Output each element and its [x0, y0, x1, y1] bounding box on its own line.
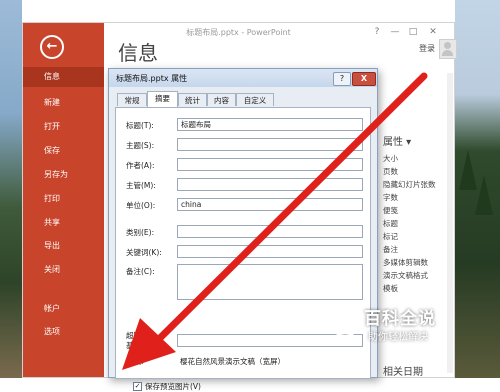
category-label: 类别(E):: [126, 228, 155, 237]
notes-textarea[interactable]: [177, 264, 363, 300]
template-value: 樱花自然风景演示文稿（宽屏）: [180, 357, 285, 366]
dialog-help-button[interactable]: ?: [333, 72, 351, 86]
sidebar-item-print[interactable]: 打印: [23, 189, 104, 209]
property-label: 备注: [383, 245, 398, 254]
tab-contents[interactable]: 内容: [207, 93, 236, 106]
property-label: 演示文稿格式: [383, 271, 428, 280]
sidebar-item-close[interactable]: 关闭: [23, 260, 104, 280]
tab-custom[interactable]: 自定义: [236, 93, 274, 106]
notes-label: 备注(C):: [126, 267, 155, 276]
desktop-background-right: [455, 0, 500, 378]
watermark-logo-icon: [330, 308, 360, 338]
back-arrow-icon[interactable]: ←: [40, 35, 64, 59]
property-label: 多媒体剪辑数: [383, 258, 428, 267]
dialog-titlebar: 标题布局.pptx 属性 ? X: [109, 69, 377, 87]
property-label: 隐藏幻灯片张数: [383, 180, 436, 189]
subject-label: 主题(S):: [126, 141, 155, 150]
restore-button[interactable]: □: [405, 25, 421, 39]
tab-statistics[interactable]: 统计: [178, 93, 207, 106]
desktop-background-left: [0, 0, 22, 378]
property-label: 字数: [383, 193, 398, 202]
property-label: 页数: [383, 167, 398, 176]
tree-decoration: [475, 175, 493, 215]
page-title: 信息: [118, 41, 158, 65]
watermark: 百科全说 助你轻松解决: [330, 300, 460, 352]
sidebar-item-export[interactable]: 导出: [23, 236, 104, 256]
author-field[interactable]: [177, 158, 363, 171]
user-avatar-icon[interactable]: [439, 39, 457, 59]
category-field[interactable]: [177, 225, 363, 238]
help-button[interactable]: ?: [369, 25, 385, 39]
tab-summary[interactable]: 摘要: [147, 91, 178, 107]
subject-field[interactable]: [177, 138, 363, 151]
sidebar-item-save[interactable]: 保存: [23, 141, 104, 161]
save-preview-label: 保存预览图片(V): [145, 382, 201, 391]
related-dates-heading: 相关日期: [383, 367, 423, 378]
login-link[interactable]: 登录: [419, 43, 435, 54]
hyperlink-base-label-2: 基础(H):: [126, 341, 156, 350]
property-label: 模板: [383, 284, 398, 293]
template-label: 模板:: [126, 357, 144, 366]
sidebar-item-options[interactable]: 选项: [23, 322, 104, 342]
watermark-subtitle: 助你轻松解决: [368, 332, 428, 343]
property-label: 标记: [383, 232, 398, 241]
property-label: 便笺: [383, 206, 398, 215]
author-label: 作者(A):: [126, 161, 155, 170]
sidebar-item-account[interactable]: 帐户: [23, 299, 104, 319]
close-button[interactable]: ✕: [425, 25, 441, 39]
property-label: 标题: [383, 219, 398, 228]
company-label: 单位(O):: [126, 201, 156, 210]
sidebar-item-open[interactable]: 打开: [23, 117, 104, 137]
dialog-title: 标题布局.pptx 属性: [116, 74, 188, 83]
sidebar-item-info[interactable]: 信息: [23, 67, 104, 87]
dialog-close-button[interactable]: X: [352, 72, 376, 86]
property-label: 大小: [383, 154, 398, 163]
keywords-field[interactable]: [177, 245, 363, 258]
company-field[interactable]: china: [177, 198, 363, 211]
tab-general[interactable]: 常规: [117, 93, 147, 106]
watermark-title: 百科全说: [364, 309, 436, 329]
sidebar-item-save-as[interactable]: 另存为: [23, 165, 104, 185]
minimize-button[interactable]: —: [387, 25, 403, 39]
title-label: 标题(T):: [126, 121, 154, 130]
manager-label: 主管(M):: [126, 181, 156, 190]
keywords-label: 关键词(K):: [126, 248, 162, 257]
sidebar-item-new[interactable]: 新建: [23, 93, 104, 113]
sidebar-item-share[interactable]: 共享: [23, 213, 104, 233]
save-preview-checkbox[interactable]: ✓: [133, 382, 142, 391]
backstage-sidebar: ← 信息 新建 打开 保存 另存为 打印 共享 导出 关闭 帐户 选项: [23, 23, 104, 377]
properties-dropdown[interactable]: 属性 ▾: [383, 133, 411, 148]
manager-field[interactable]: [177, 178, 363, 191]
title-field[interactable]: 标题布局: [177, 118, 363, 131]
